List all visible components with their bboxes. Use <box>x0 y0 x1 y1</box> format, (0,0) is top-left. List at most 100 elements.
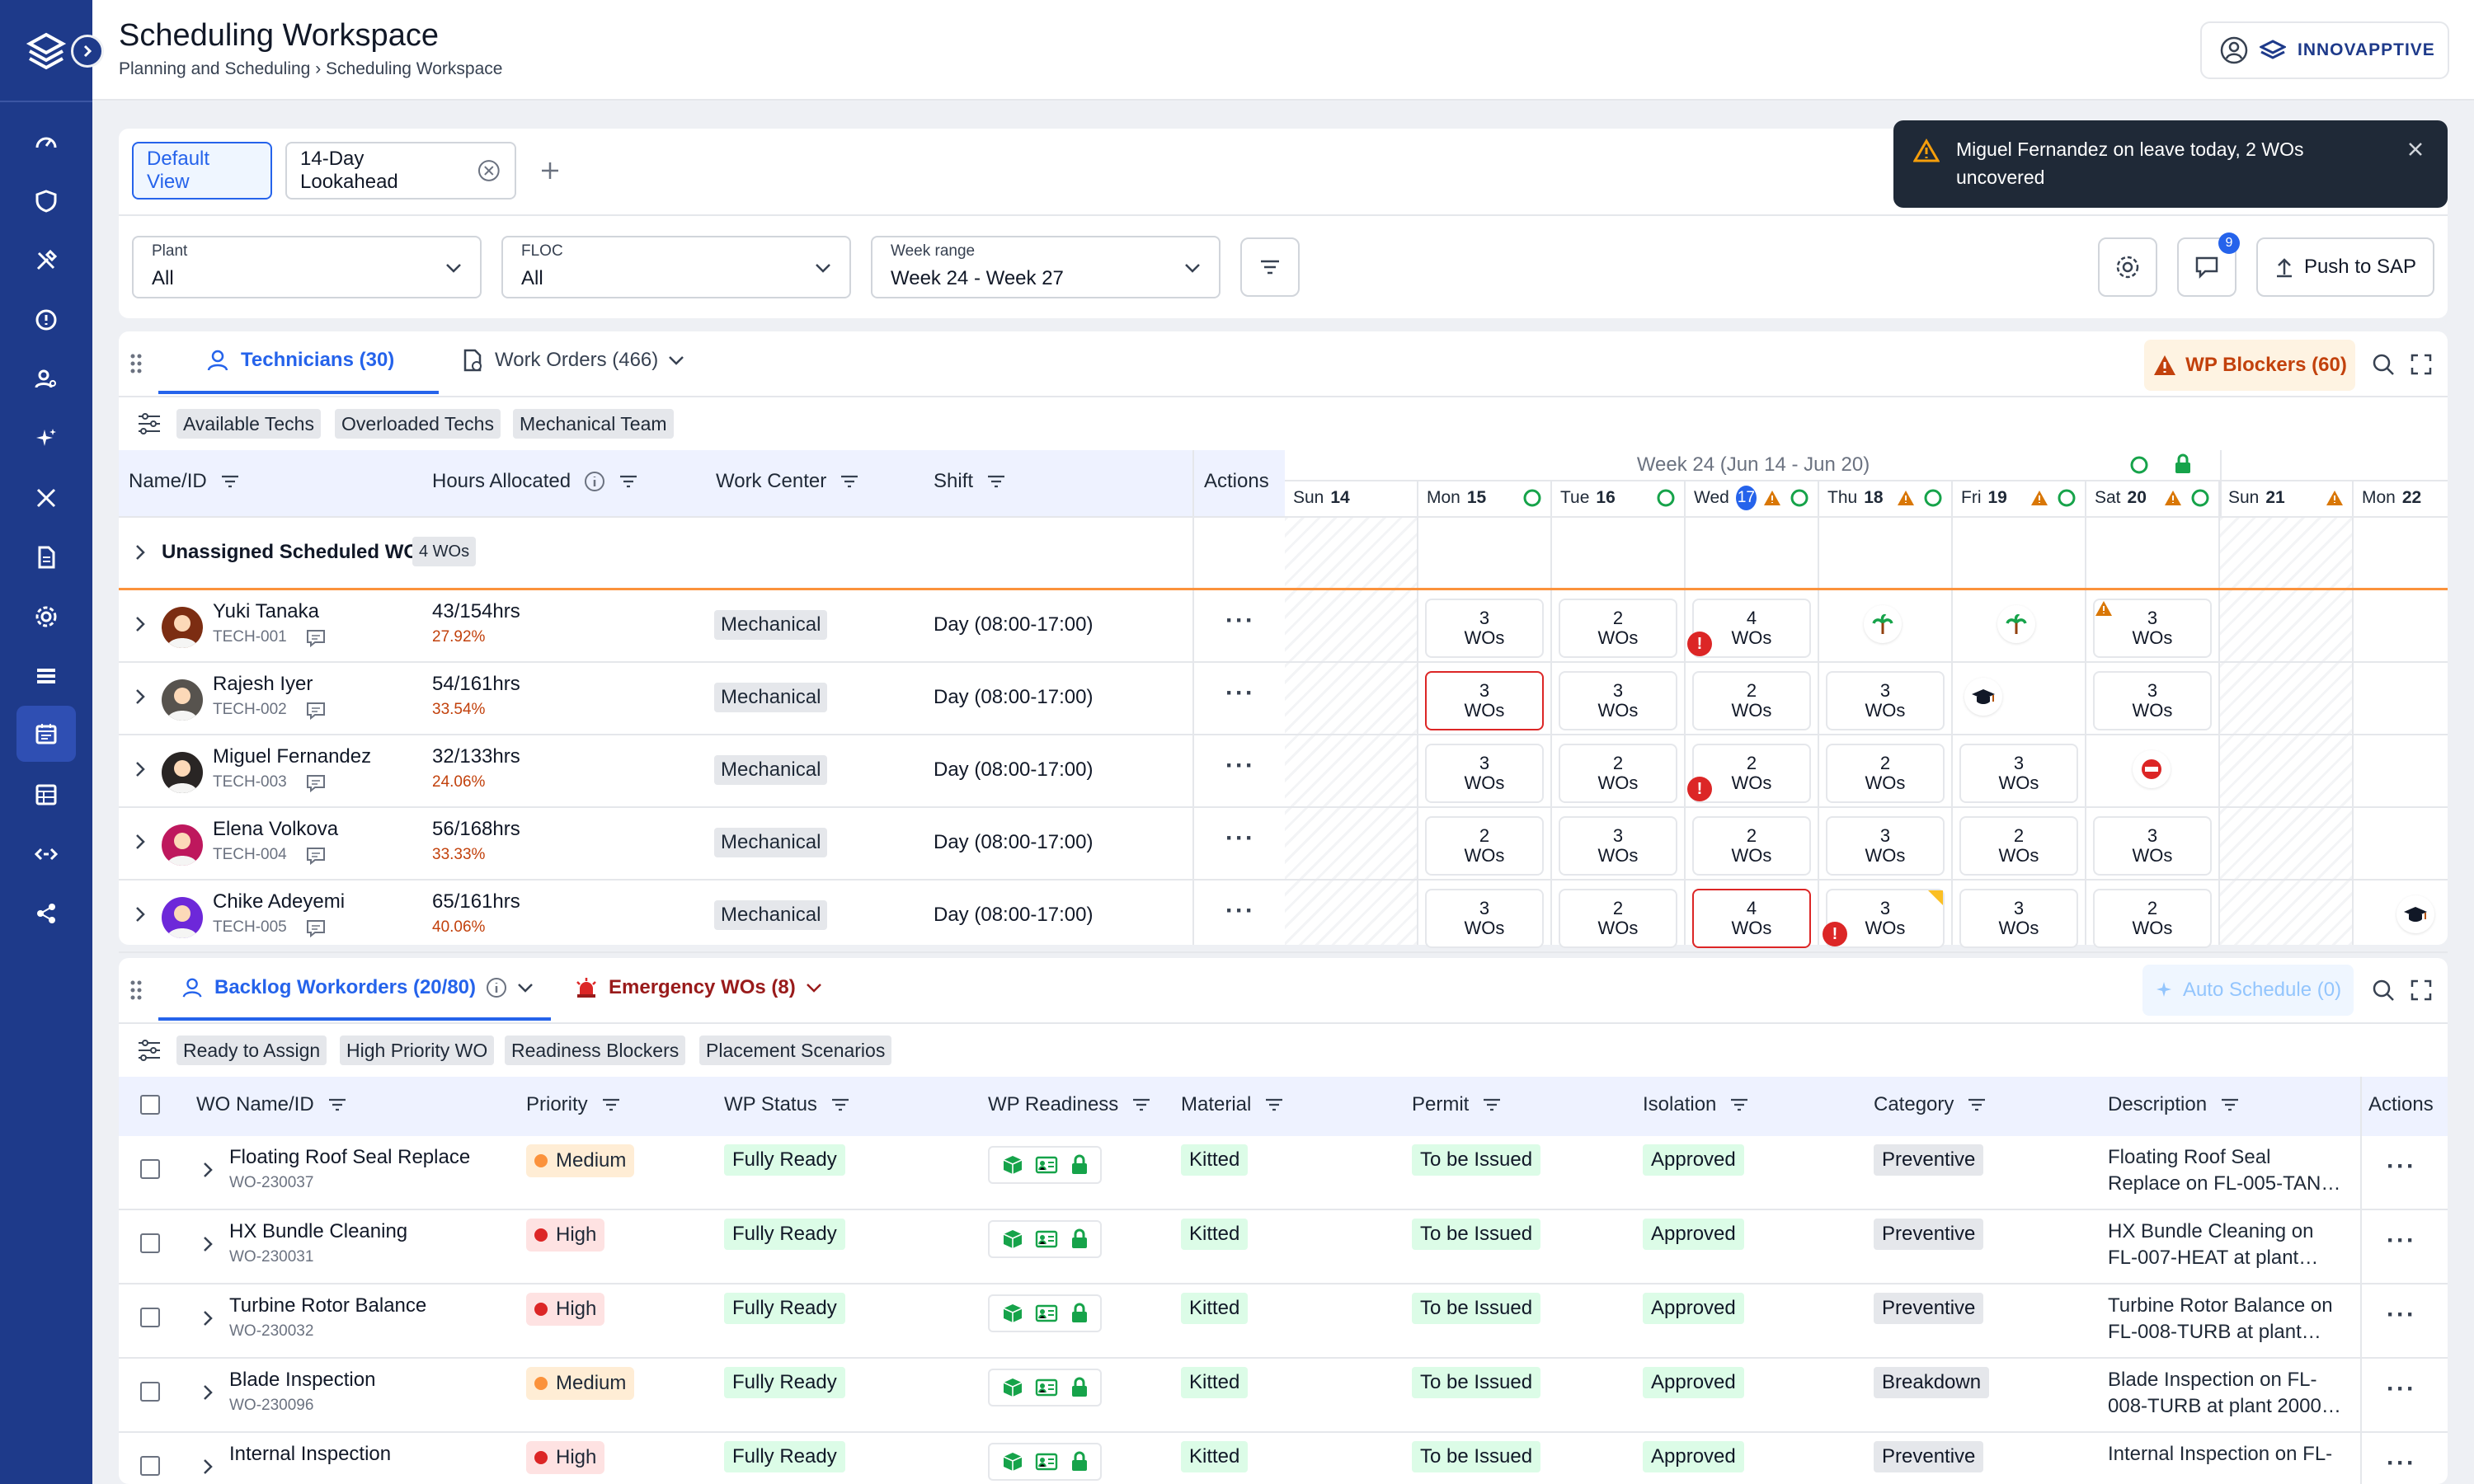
wo-count-cell[interactable]: 2 WOs <box>1559 744 1677 803</box>
wp-readiness-indicator[interactable] <box>988 1294 1102 1332</box>
comment-icon[interactable] <box>305 918 327 938</box>
wo-count-cell[interactable]: 3 WOs <box>1425 889 1544 948</box>
col-description[interactable]: Description <box>2108 1093 2240 1116</box>
week-range-select[interactable]: Week range Week 24 - Week 27 <box>871 236 1221 298</box>
wo-count-cell[interactable]: 3 WOs <box>1559 816 1677 876</box>
auto-schedule-button[interactable]: Auto Schedule (0) <box>2142 965 2354 1016</box>
sliders-icon[interactable] <box>137 412 162 435</box>
wo-name[interactable]: Floating Roof Seal Replace <box>229 1146 470 1169</box>
wo-count-cell[interactable]: 3 WOs <box>1826 816 1945 876</box>
alert-icon[interactable] <box>16 292 76 348</box>
code-icon[interactable] <box>16 826 76 882</box>
tab-technicians[interactable]: Technicians (30) <box>206 348 394 373</box>
wrench-icon[interactable] <box>16 470 76 526</box>
row-actions-menu-icon[interactable]: ··· <box>2387 1301 2416 1329</box>
chip-available-techs[interactable]: Available Techs <box>176 409 321 439</box>
chip-mechanical-team[interactable]: Mechanical Team <box>513 409 674 439</box>
wp-readiness-indicator[interactable] <box>988 1146 1102 1184</box>
comment-icon[interactable] <box>305 628 327 648</box>
wo-count-cell[interactable]: 3 WOs <box>1425 599 1544 658</box>
wp-readiness-indicator[interactable] <box>988 1443 1102 1481</box>
wo-count-cell[interactable]: 3 WOs <box>1425 671 1544 730</box>
expand-icon[interactable] <box>2410 353 2433 376</box>
chevron-down-icon[interactable] <box>668 355 684 366</box>
users-icon[interactable] <box>16 351 76 407</box>
tech-name[interactable]: Chike Adeyemi <box>213 890 345 913</box>
push-to-sap-button[interactable]: Push to SAP <box>2256 237 2434 297</box>
comment-icon[interactable] <box>305 773 327 793</box>
leave-palm-icon[interactable] <box>1864 605 1902 643</box>
chip-overloaded-techs[interactable]: Overloaded Techs <box>335 409 501 439</box>
chevron-right-icon[interactable] <box>134 760 147 778</box>
wp-readiness-indicator[interactable] <box>988 1220 1102 1258</box>
chevron-right-icon[interactable] <box>201 1458 214 1476</box>
chevron-down-icon[interactable] <box>806 982 822 993</box>
chevron-right-icon[interactable] <box>134 833 147 851</box>
chevron-right-icon[interactable] <box>201 1309 214 1327</box>
col-work-center[interactable]: Work Center <box>716 470 859 493</box>
plant-select[interactable]: Plant All <box>132 236 482 298</box>
comment-icon[interactable] <box>305 846 327 866</box>
calendar-icon[interactable] <box>16 706 76 762</box>
filter-lines-icon[interactable] <box>986 473 1006 490</box>
sidebar-toggle-button[interactable] <box>71 35 104 68</box>
row-actions-menu-icon[interactable]: ··· <box>2387 1153 2416 1181</box>
comment-icon[interactable] <box>305 701 327 721</box>
row-actions-menu-icon[interactable]: ··· <box>1225 752 1255 780</box>
col-wo-name[interactable]: WO Name/ID <box>196 1093 347 1116</box>
filter-lines-icon[interactable] <box>2220 1097 2240 1113</box>
wo-count-cell[interactable]: 2 WOs <box>1692 671 1811 730</box>
col-permit[interactable]: Permit <box>1412 1093 1502 1116</box>
overdue-alert-icon[interactable]: ! <box>1823 922 1847 946</box>
wo-count-cell[interactable]: 2 WOs <box>1692 816 1811 876</box>
row-actions-menu-icon[interactable]: ··· <box>1225 679 1255 707</box>
wo-count-cell[interactable]: 2 WOs <box>1826 744 1945 803</box>
col-isolation[interactable]: Isolation <box>1643 1093 1749 1116</box>
col-name-id[interactable]: Name/ID <box>129 470 240 493</box>
wp-readiness-indicator[interactable] <box>988 1369 1102 1407</box>
wp-blockers-button[interactable]: WP Blockers (60) <box>2144 340 2355 391</box>
wo-count-cell[interactable]: 3 WOs <box>1425 744 1544 803</box>
drag-handle-icon[interactable] <box>130 353 142 374</box>
wo-count-cell[interactable]: 2 WOs <box>1559 599 1677 658</box>
chevron-down-icon[interactable] <box>517 982 534 993</box>
list-icon[interactable] <box>16 648 76 704</box>
col-category[interactable]: Category <box>1874 1093 1987 1116</box>
wo-count-cell[interactable]: 2 WOs <box>1959 816 2078 876</box>
tab-work-orders[interactable]: Work Orders (466) <box>460 348 684 373</box>
close-icon[interactable] <box>2406 140 2425 158</box>
sliders-icon[interactable] <box>137 1039 162 1062</box>
filter-lines-icon[interactable] <box>1482 1097 1502 1113</box>
dashboard-icon[interactable] <box>16 114 76 170</box>
share-icon[interactable] <box>16 885 76 942</box>
training-cap-icon[interactable] <box>2396 895 2434 933</box>
filter-lines-icon[interactable] <box>830 1097 850 1113</box>
add-view-icon[interactable] <box>539 160 561 181</box>
col-priority[interactable]: Priority <box>526 1093 621 1116</box>
chevron-right-icon[interactable] <box>134 543 147 561</box>
overdue-alert-icon[interactable]: ! <box>1687 777 1712 801</box>
tech-name[interactable]: Miguel Fernandez <box>213 745 371 768</box>
wo-count-cell[interactable]: 3 WOs <box>1559 671 1677 730</box>
expand-icon[interactable] <box>2410 979 2433 1002</box>
sparkle-icon[interactable] <box>16 411 76 467</box>
row-checkbox[interactable] <box>140 1233 160 1253</box>
wo-count-cell[interactable]: 4 WOs <box>1692 889 1811 948</box>
wo-count-cell[interactable]: 3 WOs <box>1959 889 2078 948</box>
chip-placement-scenarios[interactable]: Placement Scenarios <box>699 1036 892 1065</box>
settings-icon[interactable] <box>16 589 76 645</box>
wo-count-cell[interactable]: 2 WOs <box>1425 816 1544 876</box>
wo-count-cell[interactable]: 3 WOs <box>1959 744 2078 803</box>
wo-name[interactable]: HX Bundle Cleaning <box>229 1220 407 1243</box>
wo-name[interactable]: Internal Inspection <box>229 1443 391 1466</box>
filter-lines-icon[interactable] <box>220 473 240 490</box>
filter-lines-icon[interactable] <box>1967 1097 1987 1113</box>
close-circle-icon[interactable] <box>477 158 501 183</box>
filter-lines-icon[interactable] <box>1131 1097 1151 1113</box>
filter-lines-icon[interactable] <box>1264 1097 1284 1113</box>
row-actions-menu-icon[interactable]: ··· <box>1225 824 1255 852</box>
wo-count-cell[interactable]: 3 WOs <box>2093 671 2212 730</box>
wo-count-cell[interactable]: 3 WOs <box>1826 671 1945 730</box>
tech-name[interactable]: Rajesh Iyer <box>213 673 313 696</box>
chevron-right-icon[interactable] <box>134 688 147 706</box>
